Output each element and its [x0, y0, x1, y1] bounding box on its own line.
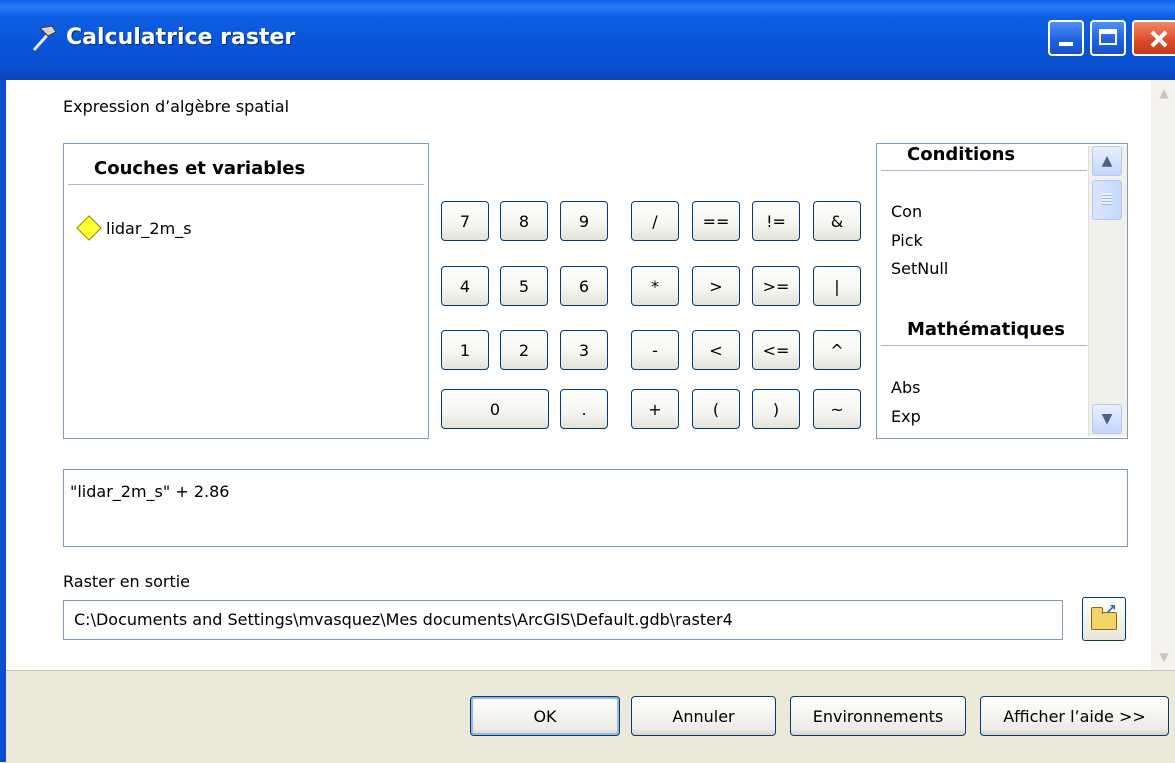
key-6[interactable]: 6 [560, 266, 608, 306]
show-help-button[interactable]: Afficher l’aide >> [980, 696, 1169, 736]
expression-text: "lidar_2m_s" + 2.86 [70, 482, 230, 501]
functions-scrollbar[interactable]: ▲ ▼ [1088, 146, 1127, 436]
key-divide[interactable]: / [631, 201, 679, 241]
output-raster-input[interactable]: C:\Documents and Settings\mvasquez\Mes d… [63, 600, 1063, 640]
dialog-scrollbar[interactable]: ▲ ▼ [1151, 80, 1175, 670]
layer-item-label: lidar_2m_s [106, 218, 192, 238]
key-or[interactable]: | [813, 266, 861, 306]
layers-header: Couches et variables [68, 154, 424, 185]
key-8[interactable]: 8 [500, 201, 548, 241]
key-7[interactable]: 7 [441, 201, 489, 241]
key-equal[interactable]: == [692, 201, 740, 241]
key-plus[interactable]: + [631, 389, 679, 429]
scroll-up-icon[interactable]: ▲ [1155, 84, 1173, 102]
cancel-button[interactable]: Annuler [631, 696, 776, 736]
maximize-button[interactable] [1090, 20, 1126, 56]
chevron-up-icon[interactable]: ▲ [1092, 146, 1122, 176]
ok-button[interactable]: OK [470, 696, 620, 736]
key-not-equal[interactable]: != [752, 201, 800, 241]
divider [881, 170, 1087, 171]
func-group-conditions: Conditions [907, 144, 1016, 165]
output-raster-path: C:\Documents and Settings\mvasquez\Mes d… [74, 610, 733, 629]
key-decimal[interactable]: . [560, 389, 608, 429]
key-multiply[interactable]: * [631, 266, 679, 306]
func-group-math: Mathématiques [907, 319, 1065, 340]
key-2[interactable]: 2 [500, 330, 548, 370]
key-4[interactable]: 4 [441, 266, 489, 306]
func-item-abs[interactable]: Abs [891, 378, 920, 397]
hammer-icon [32, 25, 57, 51]
raster-layer-icon [76, 215, 102, 241]
title-bar: Calculatrice raster [0, 0, 1175, 82]
key-3[interactable]: 3 [560, 330, 608, 370]
key-5[interactable]: 5 [500, 266, 548, 306]
key-not[interactable]: ~ [813, 389, 861, 429]
layer-item-lidar[interactable]: lidar_2m_s [74, 214, 192, 242]
key-0[interactable]: 0 [441, 389, 549, 429]
divider [881, 345, 1087, 346]
expression-input[interactable]: "lidar_2m_s" + 2.86 [63, 469, 1128, 547]
window-title: Calculatrice raster [66, 25, 296, 50]
key-and[interactable]: & [813, 201, 861, 241]
key-xor[interactable]: ^ [813, 330, 861, 370]
chevron-down-icon[interactable]: ▼ [1092, 404, 1122, 434]
func-item-con[interactable]: Con [891, 202, 922, 221]
layers-header-label: Couches et variables [94, 158, 306, 179]
key-greater-equal[interactable]: >= [752, 266, 800, 306]
key-less[interactable]: < [692, 330, 740, 370]
environments-button[interactable]: Environnements [790, 696, 966, 736]
layers-list[interactable]: Couches et variables lidar_2m_s [63, 143, 429, 439]
key-open-paren[interactable]: ( [692, 389, 740, 429]
func-item-exp[interactable]: Exp [891, 407, 921, 426]
key-9[interactable]: 9 [560, 201, 608, 241]
browse-button[interactable]: ↗ [1082, 597, 1126, 641]
key-greater[interactable]: > [692, 266, 740, 306]
close-button[interactable] [1132, 20, 1175, 56]
scroll-down-icon[interactable]: ▼ [1155, 648, 1173, 666]
expression-label: Expression d’algèbre spatial [63, 97, 290, 116]
func-item-setnull[interactable]: SetNull [891, 259, 948, 278]
scroll-thumb[interactable] [1092, 180, 1122, 220]
minimize-button[interactable] [1048, 20, 1084, 56]
key-1[interactable]: 1 [441, 330, 489, 370]
output-raster-label: Raster en sortie [63, 572, 191, 591]
arrow-icon: ↗ [1105, 602, 1117, 618]
key-less-equal[interactable]: <= [752, 330, 800, 370]
key-minus[interactable]: - [631, 330, 679, 370]
func-item-pick[interactable]: Pick [891, 231, 923, 250]
key-close-paren[interactable]: ) [752, 389, 800, 429]
